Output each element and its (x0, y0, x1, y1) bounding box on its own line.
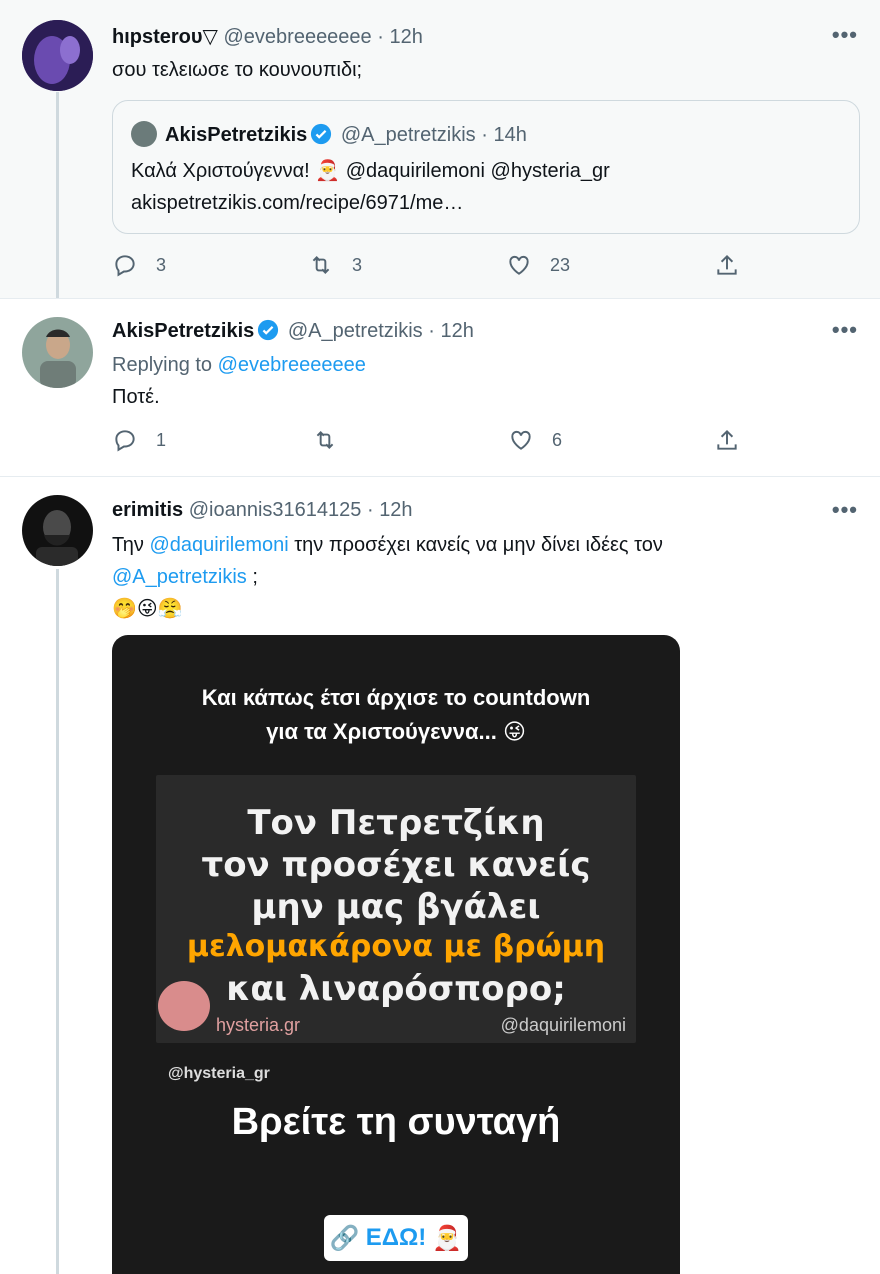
quoted-line-1: Καλά Χριστούγεννα! 🎅 @daquirilemoni @hys… (131, 160, 610, 182)
tweet-header: erimitis @ioannis31614125 · 12h (112, 499, 413, 522)
like-button[interactable]: 23 (506, 252, 570, 278)
reply-count: 3 (156, 254, 167, 275)
quoted-line-2: akispetretzikis.com/recipe/6971/me… (131, 192, 464, 214)
watermark-handle: @daquirilemoni (500, 1015, 626, 1035)
retweet-icon (316, 431, 334, 449)
like-count: 6 (552, 429, 563, 450)
handle[interactable]: @A_petretzikis (288, 320, 423, 342)
share-button[interactable] (714, 252, 740, 278)
tweet-header: hιpsterου▽ @evebreeeeeee · 12h (112, 24, 423, 49)
tweet-header: AkisPetretzikis @A_petretzikis · 12h (112, 319, 474, 343)
chalkboard-image: Τον Πετρετζίκη τον προσέχει κανείς μην μ… (156, 775, 636, 1043)
reply-icon (115, 430, 135, 452)
share-icon (717, 254, 737, 275)
separator: · (481, 124, 488, 146)
like-button[interactable]: 6 (508, 427, 562, 453)
handle[interactable]: @ioannis31614125 (189, 499, 362, 521)
replying-mention-link[interactable]: @evebreeeeeee (218, 354, 366, 376)
quoted-timestamp: 14h (493, 124, 527, 146)
heart-icon (509, 255, 529, 275)
thread-line (56, 92, 59, 298)
share-button[interactable] (714, 427, 740, 453)
avatar[interactable] (22, 20, 93, 91)
quoted-avatar (131, 121, 157, 147)
retweet-icon (312, 256, 330, 274)
recipe-link-button: 🔗 ΕΔΩ! 🎅 (324, 1215, 468, 1261)
timestamp[interactable]: 12h (440, 320, 473, 342)
replying-label: Replying to (112, 354, 213, 376)
reply-button[interactable]: 3 (112, 252, 166, 278)
reply-icon (115, 255, 135, 277)
share-icon (717, 429, 737, 450)
timestamp[interactable]: 12h (379, 499, 412, 521)
image-caption-line-1: Και κάπως έτσι άρχισε το countdown (201, 685, 591, 710)
tweet-text: Ποτέ. (112, 386, 160, 408)
tweet-actions: 1 6 (112, 427, 752, 459)
replying-to: Replying to @evebreeeeeee (112, 349, 366, 381)
separator: · (428, 320, 435, 342)
board-line-3: μην μας βγάλει (251, 887, 541, 927)
board-line-5: και λιναρόσπορο; (226, 969, 566, 1009)
tweet-actions: 3 3 23 (112, 252, 752, 284)
timestamp[interactable]: 12h (389, 26, 422, 48)
verified-badge-icon (258, 319, 279, 341)
tweet-2[interactable]: AkisPetretzikis @A_petretzikis · 12h •••… (0, 298, 880, 476)
quoted-handle: @A_petretzikis (340, 124, 476, 146)
image-big-text: Βρείτε τη συνταγή (231, 1101, 561, 1143)
emoji-group: 🤭😜😤 (112, 598, 183, 620)
more-options-icon[interactable]: ••• (832, 317, 858, 343)
text-segment: Την (112, 534, 144, 556)
watermark-site: hysteria.gr (216, 1015, 301, 1035)
display-name[interactable]: erimitis (112, 499, 183, 521)
tweet-text: Την @daquirilemoni την προσέχει κανείς ν… (112, 529, 812, 625)
quoted-tweet[interactable]: AkisPetretzikis @A_petretzikis · 14h Καλ… (112, 100, 860, 234)
separator: · (366, 499, 374, 521)
watermark-hysteria: @hysteria_gr (168, 1065, 270, 1082)
retweet-count: 3 (352, 254, 363, 275)
board-line-2: τον προσέχει κανείς (201, 845, 591, 885)
quoted-display-name: AkisPetretzikis (165, 124, 308, 146)
text-segment: την προσέχει κανείς να μην δίνει ιδέες τ… (294, 534, 663, 556)
link-icon: 🔗 (329, 1224, 360, 1252)
reply-count: 1 (156, 429, 167, 450)
mention-link[interactable]: @A_petretzikis (112, 566, 247, 588)
retweet-button[interactable]: 3 (308, 252, 362, 278)
attached-image[interactable]: Και κάπως έτσι άρχισε το countdown για τ… (112, 635, 680, 1274)
avatar[interactable] (22, 495, 93, 566)
display-name[interactable]: hιpsterου▽ (112, 26, 218, 48)
board-line-4: μελομακάρονα με βρώμη (186, 929, 606, 964)
display-name[interactable]: AkisPetretzikis (112, 320, 254, 342)
more-options-icon[interactable]: ••• (832, 497, 858, 523)
tweet-1[interactable]: hιpsterου▽ @evebreeeeeee · 12h ••• σου τ… (0, 0, 880, 298)
mention-link[interactable]: @daquirilemoni (149, 534, 288, 556)
verified-badge-icon (311, 123, 332, 145)
santa-icon: 🎅 (432, 1224, 463, 1252)
retweet-button[interactable] (312, 427, 356, 453)
heart-icon (511, 430, 531, 450)
button-label: ΕΔΩ! (365, 1224, 427, 1251)
separator: · (377, 26, 384, 48)
text-segment: ; (252, 566, 258, 588)
board-line-1: Τον Πετρετζίκη (247, 803, 545, 843)
reply-button[interactable]: 1 (112, 427, 166, 453)
hysteria-logo-icon (158, 981, 210, 1031)
handle[interactable]: @evebreeeeeee (223, 26, 371, 48)
tweet-text: σου τελειωσε το κουνουπιδι; (112, 59, 363, 81)
avatar[interactable] (22, 317, 93, 388)
like-count: 23 (550, 254, 571, 275)
thread-line (56, 569, 59, 1274)
quoted-tweet-header: AkisPetretzikis @A_petretzikis · 14h (131, 121, 527, 147)
tweet-3[interactable]: erimitis @ioannis31614125 · 12h ••• Την … (0, 476, 880, 1274)
image-caption-line-2: για τα Χριστούγεννα... 😜 (266, 719, 526, 744)
more-options-icon[interactable]: ••• (832, 22, 858, 48)
quoted-tweet-text: Καλά Χριστούγεννα! 🎅 @daquirilemoni @hys… (131, 155, 610, 219)
